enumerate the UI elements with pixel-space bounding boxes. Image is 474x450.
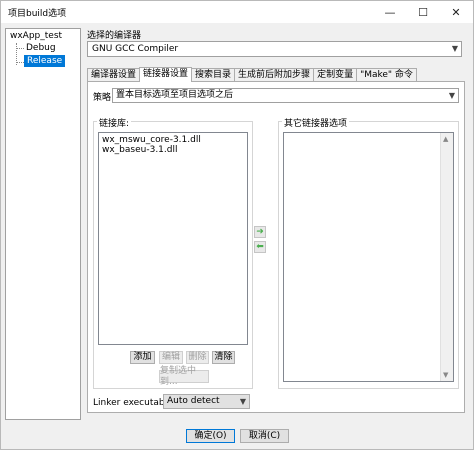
tree-item-debug[interactable]: Debug [24,42,58,54]
tab-custom-vars[interactable]: 定制变量 [313,68,358,82]
window-title: 项目build选项 [8,9,67,19]
linker-executable-value: Auto detect [167,396,220,406]
tab-make-commands[interactable]: "Make" 命令 [356,68,417,82]
chevron-down-icon: ▼ [451,44,458,53]
add-library-button[interactable]: 添加 [130,351,155,364]
tree-connector [16,48,24,49]
settings-tabs: 编译器设置 链接器设置 搜索目录 生成前后附加步骤 定制变量 "Make" 命令 [87,67,417,82]
build-options-window: 项目build选项 — ☐ ✕ wxApp_test Debug Release… [0,0,474,450]
tab-pre-post-steps[interactable]: 生成前后附加步骤 [234,68,315,82]
tab-linker-settings[interactable]: 链接器设置 [139,67,193,82]
scroll-down-icon[interactable]: ▼ [443,371,448,379]
tab-compiler-settings[interactable]: 编译器设置 [87,68,141,82]
policy-label: 策略: [93,93,115,103]
target-tree[interactable]: wxApp_test Debug Release [5,28,81,420]
close-icon[interactable]: ✕ [439,1,473,23]
scroll-up-icon[interactable]: ▲ [443,135,448,143]
other-linker-options-title: 其它链接器选项 [282,116,350,129]
tab-search-dirs[interactable]: 搜索目录 [191,68,236,82]
tree-connector [16,62,24,63]
cancel-button[interactable]: 取消(C) [240,429,289,443]
policy-select[interactable]: 置本目标选项至项目选项之后 ▼ [112,88,459,103]
clear-libraries-button[interactable]: 清除 [212,351,235,364]
compiler-label: 选择的编译器 [87,31,142,41]
ok-button[interactable]: 确定(O) [186,429,235,443]
minimize-icon[interactable]: — [373,1,407,23]
other-linker-options-textarea[interactable]: ▲ ▼ [283,132,454,382]
link-libraries-title: 链接库: [97,116,132,129]
tree-item-release[interactable]: Release [24,55,66,67]
link-libraries-list[interactable]: wx_mswu_core-3.1.dll wx_baseu-3.1.dll [98,132,248,345]
list-item[interactable]: wx_baseu-3.1.dll [102,145,177,155]
maximize-icon[interactable]: ☐ [406,1,440,23]
copy-selected-button[interactable]: 复制选中到... [159,366,209,387]
compiler-select[interactable]: GNU GCC Compiler ▼ [87,41,462,57]
compiler-value: GNU GCC Compiler [92,44,179,54]
vertical-scrollbar[interactable]: ▲ ▼ [440,133,453,381]
chevron-down-icon: ▼ [448,91,455,100]
arrow-right-icon[interactable]: ➜ [254,226,266,238]
tree-root-project[interactable]: wxApp_test [10,31,62,41]
delete-library-button[interactable]: 删除 [186,351,209,364]
chevron-down-icon: ▼ [239,397,246,406]
linker-executable-select[interactable]: Auto detect ▼ [163,394,250,409]
title-bar[interactable]: 项目build选项 — ☐ ✕ [1,1,473,23]
edit-library-button[interactable]: 编辑 [159,351,183,364]
arrow-left-icon[interactable]: ⬅ [254,241,266,253]
list-item[interactable]: wx_mswu_core-3.1.dll [102,135,201,145]
policy-value: 置本目标选项至项目选项之后 [116,90,234,100]
